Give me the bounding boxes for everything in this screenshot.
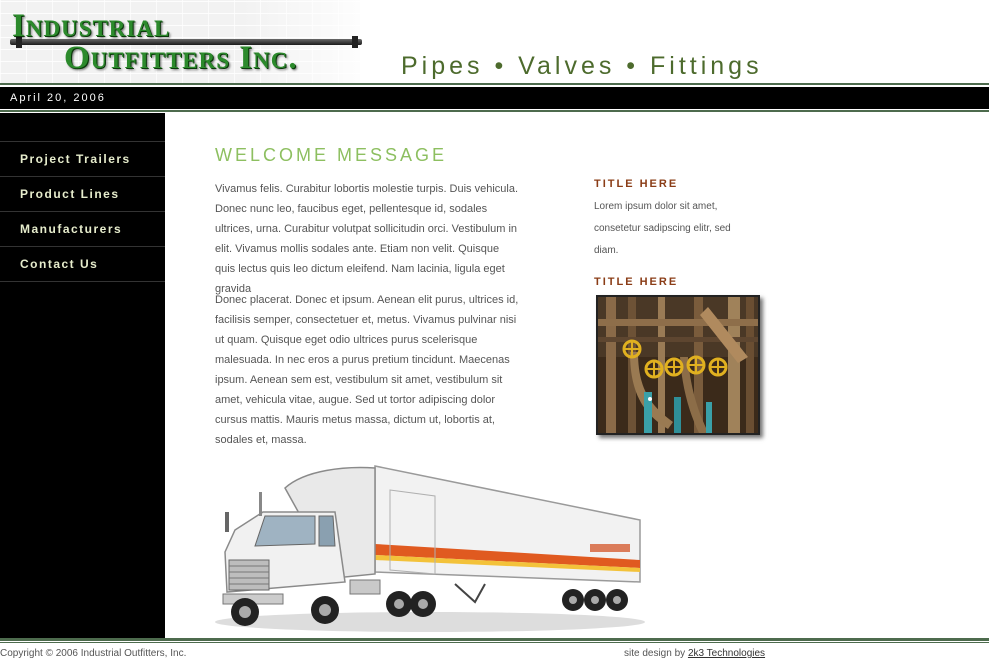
site-logo[interactable]: Industrial Outfitters Inc. [10, 8, 370, 78]
current-date: April 20, 2006 [10, 92, 106, 104]
footer-rule [0, 638, 989, 641]
truck-illustration [215, 465, 645, 632]
aside-text: Lorem ipsum dolor sit amet, consetetur s… [594, 201, 731, 256]
valves-photo [596, 295, 760, 435]
logo-line-2: Outfitters Inc. [64, 40, 298, 76]
aside-title: TITLE HERE [594, 276, 679, 288]
body-paragraph: Donec placerat. Donec et ipsum. Aenean e… [215, 294, 519, 446]
sidebar-item-label[interactable]: Manufacturers [20, 222, 122, 236]
site-credit: site design by 2k3 Technologies [624, 648, 765, 659]
designer-link[interactable]: 2k3 Technologies [688, 648, 765, 659]
date-bar: April 20, 2006 [0, 87, 989, 109]
valves-illustration [598, 297, 758, 433]
sidebar-nav: Project Trailers Product Lines Manufactu… [0, 113, 165, 638]
nav-divider [0, 281, 165, 282]
site-header: Industrial Outfitters Inc. Pipes • Valve… [0, 0, 989, 86]
sidebar-item-product-lines[interactable]: Product Lines [0, 176, 165, 211]
page-title: WELCOME MESSAGE [215, 145, 448, 165]
aside-title: TITLE HERE [594, 178, 679, 190]
body-paragraph: Vivamus felis. Curabitur lobortis molest… [215, 183, 519, 295]
truck-photo [215, 462, 655, 638]
sidebar-item-label[interactable]: Project Trailers [20, 152, 131, 166]
header-rule-lower [0, 110, 989, 112]
sidebar-item-label[interactable]: Contact Us [20, 257, 98, 271]
sidebar-item-manufacturers[interactable]: Manufacturers [0, 211, 165, 246]
copyright-text: Copyright © 2006 Industrial Outfitters, … [0, 648, 187, 659]
sidebar-item-contact-us[interactable]: Contact Us [0, 246, 165, 281]
site-credit-prefix: site design by [624, 648, 686, 659]
header-rule [0, 83, 989, 85]
tagline: Pipes • Valves • Fittings [401, 52, 763, 80]
sidebar-item-label[interactable]: Product Lines [20, 187, 120, 201]
footer-rule-thin [0, 642, 989, 643]
sidebar-item-project-trailers[interactable]: Project Trailers [0, 141, 165, 176]
